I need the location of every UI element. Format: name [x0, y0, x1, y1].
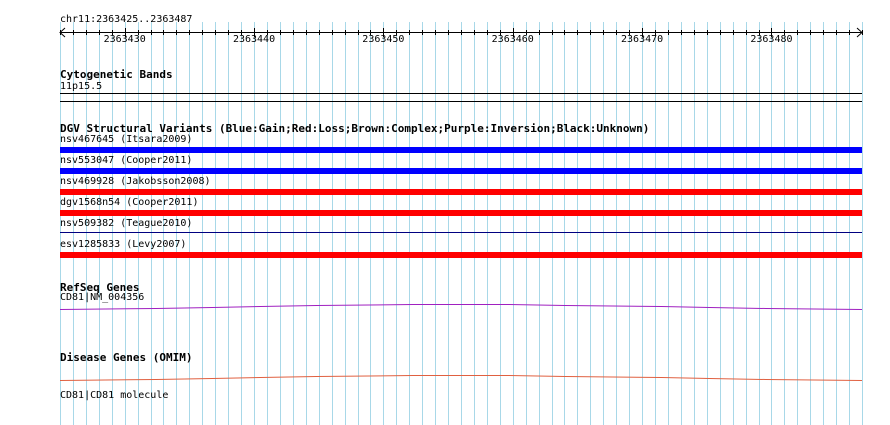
ruler-tick-label: 2363450: [362, 34, 405, 45]
variant-label[interactable]: esv1285833 (Levy2007): [60, 239, 186, 251]
refseq-gene-feature[interactable]: [0, 298, 890, 318]
ruler-tick-label: 2363480: [750, 34, 793, 45]
ruler-tick-label: 2363460: [491, 34, 534, 45]
variant-label[interactable]: nsv469928 (Jakobsson2008): [60, 176, 211, 188]
ruler-tick-label: 2363470: [621, 34, 664, 45]
variant-bar-unknown[interactable]: [60, 232, 862, 233]
ruler-tick-label: 2363440: [232, 34, 276, 45]
cytoband-line-top[interactable]: [60, 93, 862, 94]
gene-feature-line: [59, 375, 863, 381]
variant-bar-gain[interactable]: [60, 168, 862, 174]
variant-bar-loss[interactable]: [60, 189, 862, 195]
variant-label[interactable]: nsv509382 (Teague2010): [60, 218, 192, 230]
variant-label[interactable]: dgv1568n54 (Cooper2011): [60, 197, 198, 209]
cytoband-label: 11p15.5: [60, 81, 103, 92]
variant-bar-loss[interactable]: [60, 252, 862, 258]
genome-browser-view: chr11:2363425..2363487 2363430 2363440 236…: [0, 0, 890, 425]
variant-label[interactable]: nsv553047 (Cooper2011): [60, 155, 192, 167]
cytoband-track-title: Cytogenetic Bands: [60, 68, 173, 81]
variant-bar-gain[interactable]: [60, 147, 862, 153]
omim-track-title: Disease Genes (OMIM): [60, 351, 193, 364]
gene-feature-line: [59, 304, 863, 310]
coordinate-ruler[interactable]: [0, 22, 890, 72]
omim-gene-label[interactable]: CD81|CD81 molecule: [60, 390, 168, 402]
variant-label[interactable]: nsv467645 (Itsara2009): [60, 134, 192, 146]
omim-gene-feature[interactable]: [0, 370, 890, 390]
cytoband-line-bottom[interactable]: [60, 101, 862, 102]
ruler-tick-label: 2363430: [103, 34, 146, 45]
variant-bar-loss[interactable]: [60, 210, 862, 216]
